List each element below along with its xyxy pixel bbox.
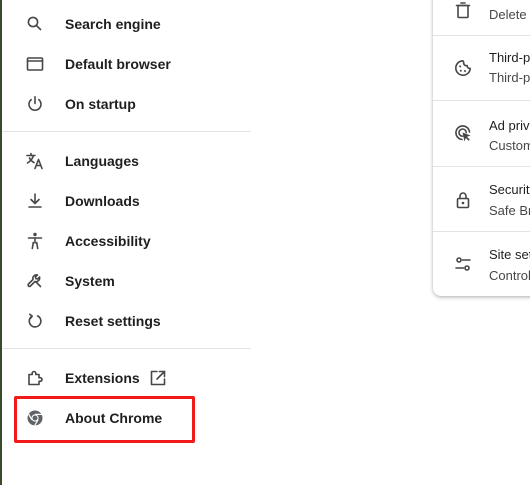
card-row-third-party-cookies[interactable]: Third-p Third-p — [433, 36, 530, 100]
card-row-title: Site set — [489, 247, 530, 262]
chrome-icon — [25, 408, 45, 428]
sidebar-item-label: Downloads — [65, 193, 140, 209]
sidebar-item-label: Reset settings — [65, 313, 161, 329]
card-row-subtitle: Control — [489, 268, 530, 283]
sidebar-item-languages[interactable]: Languages — [2, 141, 251, 181]
sidebar-item-label: Languages — [65, 153, 139, 169]
sidebar-item-extensions[interactable]: Extensions — [2, 358, 251, 398]
sidebar-item-reset-settings[interactable]: Reset settings — [2, 301, 251, 341]
sidebar-item-label: About Chrome — [65, 410, 163, 426]
sidebar-item-system[interactable]: System — [2, 261, 251, 301]
accessibility-icon — [25, 231, 45, 251]
reset-icon — [25, 311, 45, 331]
lock-icon — [453, 190, 473, 210]
card-row-title: Security — [489, 182, 530, 197]
card-row-title: Ad priv — [489, 118, 530, 133]
card-row-subtitle: Custom — [489, 138, 530, 153]
card-row-security[interactable]: Security Safe Br — [433, 167, 530, 231]
sidebar-item-label: Search engine — [65, 16, 161, 32]
download-icon — [25, 191, 45, 211]
card-row-subtitle: Safe Br — [489, 203, 530, 218]
settings-sidebar: Search engine Default browser On startup… — [2, 0, 251, 485]
browser-window-icon — [25, 54, 45, 74]
card-row-site-settings[interactable]: Site set Control — [433, 232, 530, 296]
sidebar-item-accessibility[interactable]: Accessibility — [2, 221, 251, 261]
sidebar-item-label: Extensions — [65, 370, 140, 386]
power-icon — [25, 94, 45, 114]
card-row-subtitle: Third-p — [489, 70, 530, 85]
wrench-icon — [25, 271, 45, 291]
sidebar-item-label: System — [65, 273, 115, 289]
puzzle-icon — [25, 368, 45, 388]
sidebar-item-label: Accessibility — [65, 233, 151, 249]
trash-icon — [453, 0, 473, 20]
privacy-security-card: Delete Third-p Third-p Ad priv Custom Se… — [433, 0, 530, 296]
card-row-ad-privacy[interactable]: Ad priv Custom — [433, 101, 530, 165]
sidebar-item-default-browser[interactable]: Default browser — [2, 44, 251, 84]
search-icon — [25, 14, 45, 34]
sidebar-divider — [2, 348, 251, 349]
settings-page: Search engine Default browser On startup… — [0, 0, 530, 485]
sidebar-item-label: Default browser — [65, 56, 171, 72]
card-row-title: Third-p — [489, 50, 530, 65]
card-row-subtitle: Delete — [489, 7, 527, 22]
sidebar-item-label: On startup — [65, 96, 136, 112]
ad-privacy-icon — [453, 123, 473, 143]
tune-icon — [453, 254, 473, 274]
cookie-icon — [453, 58, 473, 78]
sidebar-item-downloads[interactable]: Downloads — [2, 181, 251, 221]
sidebar-item-about-chrome[interactable]: About Chrome — [2, 398, 251, 438]
sidebar-item-search-engine[interactable]: Search engine — [2, 4, 251, 44]
sidebar-item-on-startup[interactable]: On startup — [2, 84, 251, 124]
sidebar-divider — [2, 131, 251, 132]
translate-icon — [25, 151, 45, 171]
open-in-new-icon[interactable] — [148, 368, 168, 388]
